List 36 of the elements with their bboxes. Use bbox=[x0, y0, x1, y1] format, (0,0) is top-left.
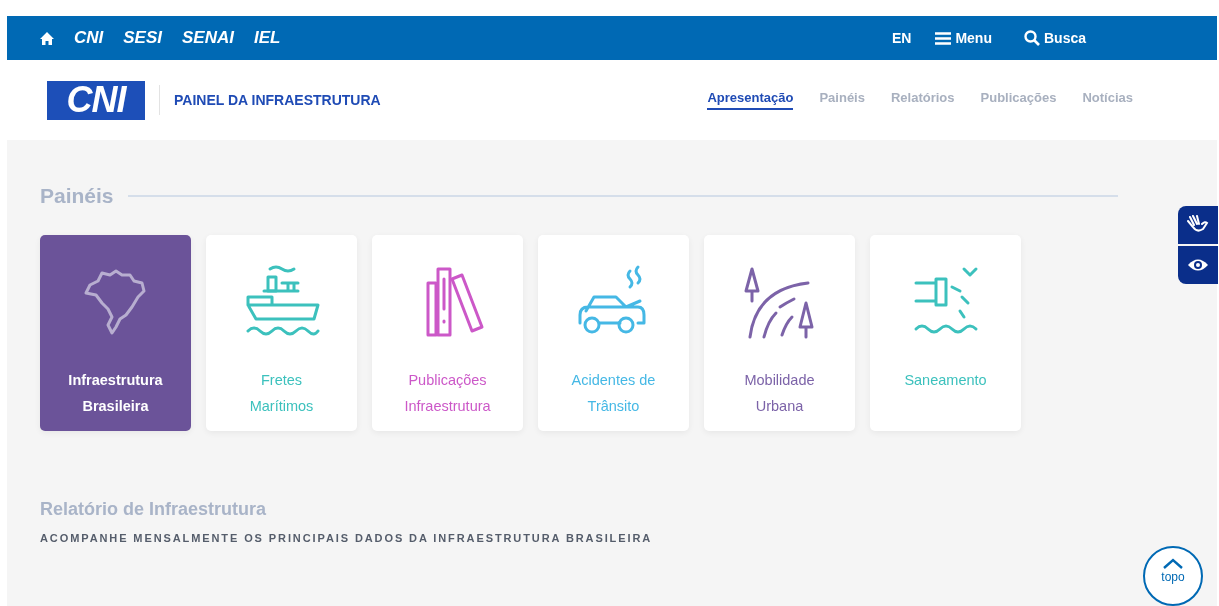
card-label: Publicações Infraestrutura bbox=[404, 371, 491, 416]
menu-button[interactable]: Menu bbox=[935, 30, 992, 46]
card-label: Saneamento bbox=[904, 371, 987, 390]
eye-icon bbox=[1187, 258, 1209, 272]
report-subtitle: ACOMPANHE MENSALMENTE OS PRINCIPAIS DADOS DA INFRAESTRUTURA BRASILEIRA bbox=[40, 532, 654, 544]
card-label: Mobilidade Urbana bbox=[744, 371, 815, 416]
map-icon bbox=[84, 269, 145, 335]
home-icon[interactable] bbox=[40, 31, 54, 45]
card-label: Fretes Marítimos bbox=[249, 371, 314, 416]
chevron-up-icon bbox=[1162, 558, 1184, 570]
search-icon bbox=[1023, 30, 1040, 46]
site-link[interactable]: SENAI bbox=[182, 28, 234, 48]
car-icon bbox=[578, 265, 645, 334]
panel-card[interactable]: Mobilidade Urbana bbox=[704, 235, 855, 431]
site-link[interactable]: CNI bbox=[74, 28, 104, 48]
sanitation-icon bbox=[914, 267, 977, 334]
panel-card[interactable]: Infraestrutura Brasileira bbox=[40, 235, 191, 431]
section-heading: Painéis bbox=[40, 184, 114, 208]
search-button[interactable]: Busca bbox=[1023, 30, 1086, 46]
site-link[interactable]: SESI bbox=[123, 28, 163, 48]
visibility-button[interactable] bbox=[1178, 246, 1218, 284]
site-link[interactable]: IEL bbox=[254, 28, 281, 48]
logo[interactable]: CNI bbox=[47, 80, 145, 120]
sign-language-button[interactable] bbox=[1178, 206, 1218, 244]
site-title: PAINEL DA INFRAESTRUTURA bbox=[174, 92, 381, 108]
road-icon bbox=[744, 267, 813, 339]
nav-link[interactable]: Apresentação bbox=[707, 90, 794, 110]
menu-icon bbox=[935, 31, 952, 45]
language-link[interactable]: EN bbox=[891, 30, 912, 46]
report-title: Relatório de Infraestrutura bbox=[40, 499, 268, 520]
hand-icon bbox=[1187, 215, 1209, 235]
panel-card[interactable]: Publicações Infraestrutura bbox=[372, 235, 523, 431]
card-label: Infraestrutura Brasileira bbox=[68, 371, 163, 416]
card-label: Acidentes de Trânsito bbox=[571, 371, 656, 416]
ship-icon bbox=[246, 265, 319, 336]
books-icon bbox=[426, 267, 483, 337]
